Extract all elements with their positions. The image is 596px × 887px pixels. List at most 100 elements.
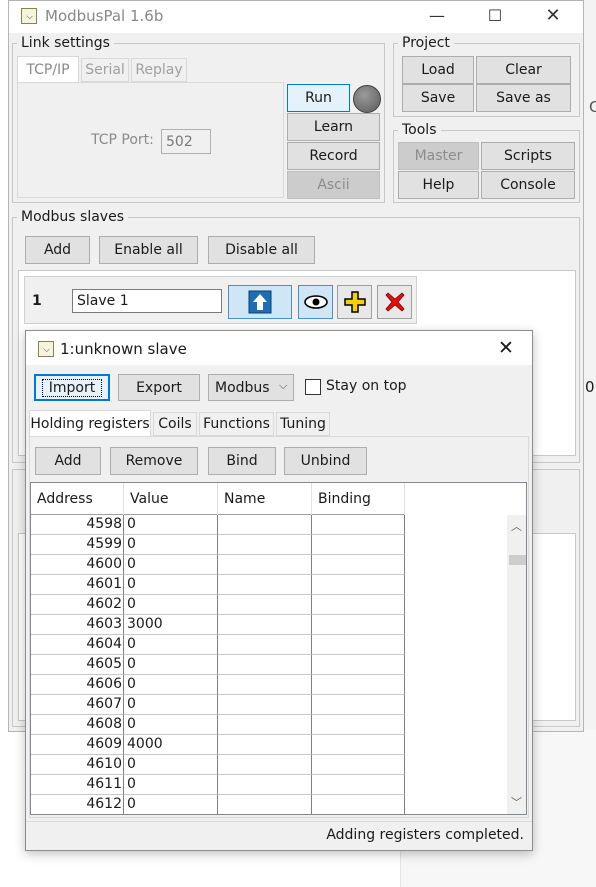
register-address-cell[interactable]: 4606 — [31, 675, 124, 695]
column-name[interactable]: Name — [218, 483, 312, 515]
master-button[interactable]: Master — [398, 142, 479, 170]
table-row[interactable]: 4611 0 — [31, 775, 405, 795]
register-binding-cell[interactable] — [312, 675, 405, 695]
scroll-down-icon[interactable]: ﹀ — [507, 794, 526, 811]
register-value-cell[interactable]: 0 — [124, 795, 218, 814]
register-name-cell[interactable] — [218, 655, 312, 675]
ascii-button[interactable]: Ascii — [287, 171, 380, 199]
table-row[interactable]: 4607 0 — [31, 695, 405, 715]
unbind-button[interactable]: Unbind — [284, 447, 367, 475]
register-name-cell[interactable] — [218, 675, 312, 695]
register-name-cell[interactable] — [218, 555, 312, 575]
register-address-cell[interactable]: 4609 — [31, 735, 124, 755]
save-as-button[interactable]: Save as — [476, 84, 571, 112]
import-button[interactable]: Import — [34, 374, 110, 401]
enable-slave-button[interactable] — [228, 285, 292, 319]
tab-tuning[interactable]: Tuning — [276, 412, 330, 436]
register-value-cell[interactable]: 0 — [124, 715, 218, 735]
register-address-cell[interactable]: 4598 — [31, 515, 124, 535]
help-button[interactable]: Help — [398, 171, 479, 199]
add-register-button[interactable]: Add — [35, 447, 101, 475]
register-binding-cell[interactable] — [312, 535, 405, 555]
stay-on-top-checkbox[interactable] — [305, 379, 321, 395]
add-slave-button[interactable]: Add — [25, 236, 90, 264]
register-address-cell[interactable]: 4603 — [31, 615, 124, 635]
register-binding-cell[interactable] — [312, 735, 405, 755]
register-value-cell[interactable]: 0 — [124, 675, 218, 695]
register-name-cell[interactable] — [218, 535, 312, 555]
load-button[interactable]: Load — [402, 56, 474, 84]
view-slave-button[interactable] — [298, 285, 333, 319]
register-address-cell[interactable]: 4602 — [31, 595, 124, 615]
slave-name-input[interactable]: Slave 1 — [72, 289, 222, 313]
register-address-cell[interactable]: 4608 — [31, 715, 124, 735]
register-name-cell[interactable] — [218, 635, 312, 655]
register-binding-cell[interactable] — [312, 515, 405, 535]
scroll-thumb[interactable] — [509, 555, 526, 565]
register-name-cell[interactable] — [218, 735, 312, 755]
register-address-cell[interactable]: 4604 — [31, 635, 124, 655]
register-binding-cell[interactable] — [312, 595, 405, 615]
column-value[interactable]: Value — [124, 483, 218, 515]
table-row[interactable]: 4601 0 — [31, 575, 405, 595]
register-name-cell[interactable] — [218, 515, 312, 535]
protocol-select[interactable]: Modbus ⌵ — [208, 374, 294, 401]
register-value-cell[interactable]: 0 — [124, 555, 218, 575]
scripts-button[interactable]: Scripts — [481, 142, 575, 170]
disable-all-button[interactable]: Disable all — [208, 236, 315, 264]
run-button[interactable]: Run — [287, 84, 350, 112]
register-value-cell[interactable]: 0 — [124, 515, 218, 535]
register-value-cell[interactable]: 0 — [124, 755, 218, 775]
remove-register-button[interactable]: Remove — [110, 447, 198, 475]
duplicate-slave-button[interactable] — [337, 285, 372, 319]
export-button[interactable]: Export — [118, 374, 200, 401]
register-name-cell[interactable] — [218, 595, 312, 615]
register-value-cell[interactable]: 0 — [124, 595, 218, 615]
table-row[interactable]: 4603 3000 — [31, 615, 405, 635]
register-binding-cell[interactable] — [312, 795, 405, 814]
register-name-cell[interactable] — [218, 795, 312, 814]
console-button[interactable]: Console — [481, 171, 575, 199]
register-address-cell[interactable]: 4601 — [31, 575, 124, 595]
tab-holding-registers[interactable]: Holding registers — [29, 410, 151, 436]
register-binding-cell[interactable] — [312, 555, 405, 575]
tab-replay[interactable]: Replay — [131, 58, 187, 82]
scroll-up-icon[interactable]: ︿ — [507, 518, 526, 535]
register-address-cell[interactable]: 4605 — [31, 655, 124, 675]
register-binding-cell[interactable] — [312, 775, 405, 795]
maximize-button[interactable]: ☐ — [472, 1, 518, 31]
tab-tcp-ip[interactable]: TCP/IP — [17, 56, 79, 82]
tab-functions[interactable]: Functions — [199, 412, 274, 436]
register-value-cell[interactable]: 0 — [124, 775, 218, 795]
clear-button[interactable]: Clear — [476, 56, 571, 84]
register-value-cell[interactable]: 0 — [124, 535, 218, 555]
table-row[interactable]: 4609 4000 — [31, 735, 405, 755]
register-value-cell[interactable]: 4000 — [124, 735, 218, 755]
table-row[interactable]: 4600 0 — [31, 555, 405, 575]
register-address-cell[interactable]: 4599 — [31, 535, 124, 555]
register-name-cell[interactable] — [218, 615, 312, 635]
register-name-cell[interactable] — [218, 715, 312, 735]
register-address-cell[interactable]: 4600 — [31, 555, 124, 575]
table-row[interactable]: 4605 0 — [31, 655, 405, 675]
register-value-cell[interactable]: 3000 — [124, 615, 218, 635]
save-button[interactable]: Save — [402, 84, 474, 112]
table-row[interactable]: 4608 0 — [31, 715, 405, 735]
register-binding-cell[interactable] — [312, 615, 405, 635]
register-value-cell[interactable]: 0 — [124, 575, 218, 595]
register-name-cell[interactable] — [218, 695, 312, 715]
tcp-port-input[interactable]: 502 — [161, 129, 211, 154]
register-binding-cell[interactable] — [312, 655, 405, 675]
table-row[interactable]: 4612 0 — [31, 795, 405, 814]
delete-slave-button[interactable] — [377, 285, 412, 319]
register-binding-cell[interactable] — [312, 715, 405, 735]
table-row[interactable]: 4604 0 — [31, 635, 405, 655]
minimize-button[interactable]: — — [414, 1, 460, 31]
table-row[interactable]: 4610 0 — [31, 755, 405, 775]
tab-coils[interactable]: Coils — [153, 412, 197, 436]
register-value-cell[interactable]: 0 — [124, 635, 218, 655]
record-button[interactable]: Record — [287, 142, 380, 170]
dialog-close-button[interactable]: ✕ — [498, 337, 514, 359]
register-address-cell[interactable]: 4612 — [31, 795, 124, 814]
register-value-cell[interactable]: 0 — [124, 695, 218, 715]
